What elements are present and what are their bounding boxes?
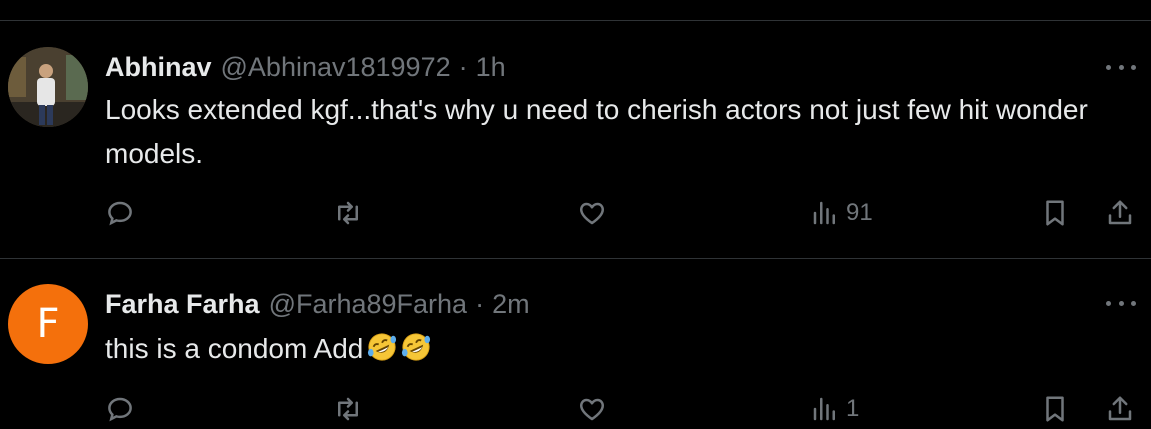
views-icon	[813, 201, 835, 225]
action-bar: 91	[105, 193, 1141, 233]
display-name[interactable]: Farha Farha	[105, 289, 260, 320]
avatar[interactable]: F	[8, 284, 88, 364]
views-button[interactable]: 91	[810, 193, 873, 233]
views-button[interactable]: 1	[810, 389, 859, 429]
more-icon[interactable]	[1106, 297, 1136, 309]
action-bar: 1	[105, 389, 1141, 429]
rolling-on-floor-laughing-emoji	[368, 333, 397, 361]
tweet-header: Abhinav @Abhinav1819972 · 1h	[105, 49, 506, 85]
display-name[interactable]: Abhinav	[105, 52, 212, 83]
avatar-letter: F	[36, 301, 60, 347]
view-count: 91	[846, 199, 873, 226]
views-icon	[813, 397, 835, 421]
reply-button[interactable]	[105, 389, 135, 429]
share-icon	[1108, 200, 1132, 225]
tweet-text: this is a condom Add	[105, 333, 364, 364]
reply-icon	[108, 201, 132, 226]
user-handle[interactable]: @Farha89Farha	[269, 289, 468, 320]
tweet-header: Farha Farha @Farha89Farha · 2m	[105, 286, 530, 322]
timestamp[interactable]: 2m	[492, 289, 530, 320]
tweet-text: Looks extended kgf...that's why u need t…	[105, 94, 1088, 169]
avatar[interactable]	[8, 47, 88, 127]
separator-dot: ·	[475, 288, 485, 319]
bookmark-button[interactable]	[1040, 389, 1070, 429]
bookmark-button[interactable]	[1040, 193, 1070, 233]
like-icon	[580, 398, 604, 421]
retweet-icon	[338, 201, 358, 225]
reply-button[interactable]	[105, 193, 135, 233]
share-icon	[1108, 396, 1132, 421]
user-handle[interactable]: @Abhinav1819972	[221, 52, 451, 83]
bookmark-icon	[1046, 396, 1064, 422]
retweet-icon	[338, 397, 358, 421]
retweet-button[interactable]	[333, 193, 363, 233]
more-icon[interactable]	[1106, 61, 1136, 73]
tweet-text-container: this is a condom Add	[105, 327, 1105, 371]
like-button[interactable]	[577, 389, 607, 429]
retweet-button[interactable]	[333, 389, 363, 429]
share-button[interactable]	[1105, 389, 1135, 429]
like-icon	[580, 202, 604, 225]
reply-icon	[108, 397, 132, 422]
avatar-photo-icon	[8, 47, 88, 127]
view-count: 1	[846, 395, 860, 422]
timestamp[interactable]: 1h	[476, 52, 506, 83]
share-button[interactable]	[1105, 193, 1135, 233]
separator-dot: ·	[458, 51, 468, 82]
bookmark-icon	[1046, 200, 1064, 226]
tweet[interactable]: F Farha Farha @Farha89Farha · 2m this is…	[0, 259, 1151, 422]
tweet[interactable]: Abhinav @Abhinav1819972 · 1h Looks exten…	[0, 21, 1151, 259]
rolling-on-floor-laughing-emoji	[402, 333, 431, 361]
like-button[interactable]	[577, 193, 607, 233]
